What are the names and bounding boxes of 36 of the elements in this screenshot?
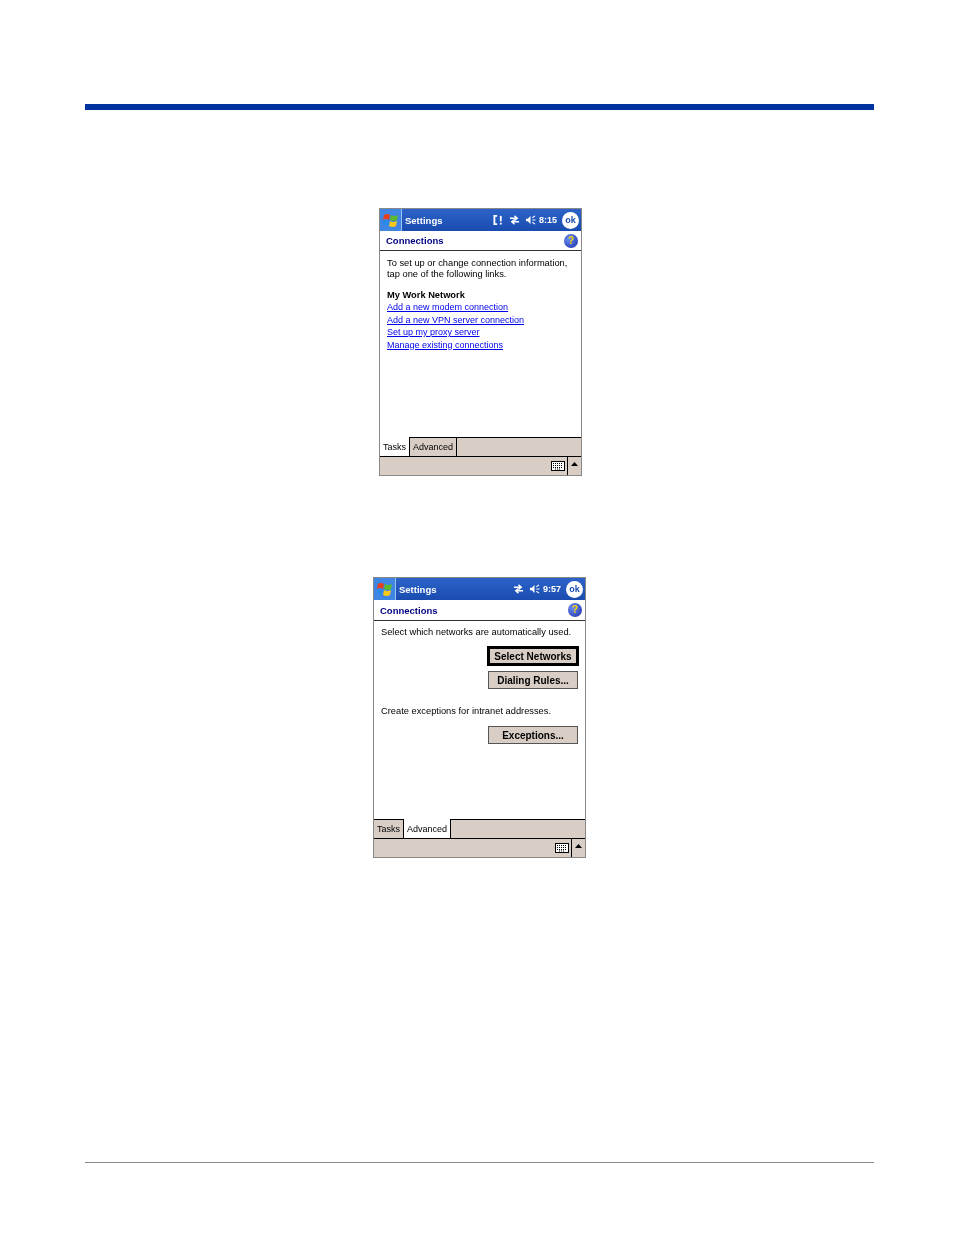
page-title: Connections [380,604,439,616]
sync-arrows-icon[interactable] [509,215,520,225]
instruction-text: To set up or change connection information, tap one of the following links. [387,258,569,280]
settings-link[interactable]: Add a new modem connection [387,302,509,312]
start-button[interactable] [380,209,402,231]
tab[interactable]: Tasks [374,820,404,838]
settings-link[interactable]: Add a new VPN server connection [387,314,525,325]
speaker-icon[interactable] [529,584,540,594]
clock-time: 9:57 [543,584,561,594]
tab[interactable]: Advanced [404,819,452,838]
action-button[interactable]: Dialing Rules... [488,671,578,689]
action-button[interactable]: Exceptions... [488,726,578,744]
instruction-text: Select which networks are automatically used. [381,627,573,638]
ok-button[interactable]: ok [566,580,583,598]
window-title: Settings [405,214,444,226]
instruction-text: Create exceptions for intranet addresses. [381,706,553,717]
tab[interactable]: Tasks [380,437,410,456]
section-heading: My Work Network [387,289,466,301]
page-title: Connections [386,235,445,246]
tab[interactable]: Advanced [410,438,458,456]
settings-link[interactable]: Set up my proxy server [387,327,480,337]
caret-up-icon[interactable] [575,844,582,848]
start-button[interactable] [374,578,396,600]
speaker-icon[interactable] [525,215,536,225]
sync-arrows-icon[interactable] [513,584,524,594]
caret-up-icon[interactable] [571,462,578,466]
window-title: Settings [399,583,438,595]
flag-icon [382,212,399,228]
clock-time: 8:15 [539,215,557,225]
keyboard-icon[interactable] [555,843,569,853]
keyboard-icon[interactable] [551,461,565,471]
flag-icon [376,581,393,597]
ok-button[interactable]: ok [562,211,579,229]
action-button[interactable]: Select Networks [488,647,578,665]
connectivity-icon[interactable] [493,215,504,225]
settings-link[interactable]: Manage existing connections [387,339,504,350]
